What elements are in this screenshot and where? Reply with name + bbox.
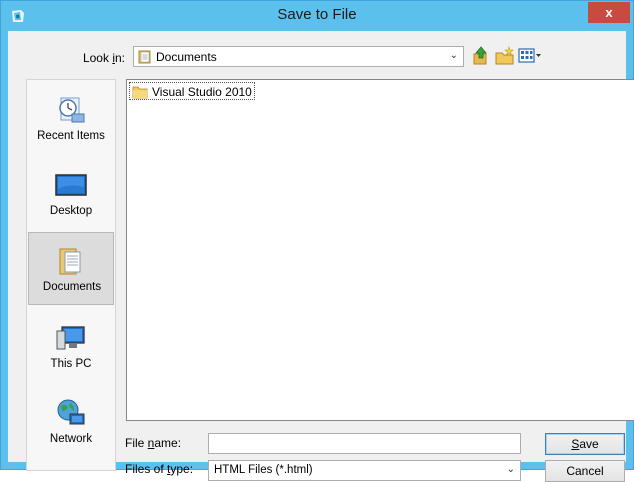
list-item[interactable]: Visual Studio 2010	[129, 82, 255, 100]
recent-items-icon	[59, 97, 85, 123]
dialog-title: Save to File	[277, 6, 357, 23]
place-label: Recent Items	[37, 130, 105, 142]
file-list[interactable]: Visual Studio 2010	[126, 79, 634, 421]
place-label: Documents	[42, 281, 102, 293]
chevron-down-icon[interactable]: ⌄	[450, 50, 458, 61]
place-recent-items[interactable]: Recent Items	[28, 82, 114, 155]
file-name-input[interactable]	[208, 433, 521, 454]
look-in-label: Look in:	[82, 51, 125, 65]
documents-icon	[59, 248, 81, 275]
new-folder-icon[interactable]	[494, 45, 516, 67]
dialog-body: Look in: Documents ⌄ Recent Items Deskto…	[8, 31, 634, 482]
this-pc-icon	[56, 326, 85, 350]
title-bar[interactable]: Save to File x	[1, 1, 633, 31]
file-name-label: File name:	[125, 436, 182, 450]
place-this-pc[interactable]: This PC	[28, 310, 114, 383]
up-one-level-icon[interactable]	[470, 45, 490, 67]
look-in-dropdown[interactable]: Documents ⌄	[133, 46, 464, 67]
look-in-value: Documents	[156, 50, 217, 64]
file-type-value: HTML Files (*.html)	[214, 464, 313, 476]
file-name: Visual Studio 2010	[152, 85, 252, 99]
desktop-icon	[55, 174, 87, 196]
view-menu-icon[interactable]	[518, 45, 542, 67]
place-label: Network	[49, 433, 93, 445]
file-type-dropdown[interactable]: HTML Files (*.html) ⌄	[208, 460, 521, 481]
network-icon	[57, 399, 85, 425]
place-label: This PC	[50, 358, 92, 370]
place-label: Desktop	[49, 205, 93, 217]
place-documents[interactable]: Documents	[28, 232, 114, 305]
save-button[interactable]: Save	[545, 433, 625, 455]
folder-icon	[132, 86, 148, 99]
file-type-label: Files of type:	[125, 462, 194, 476]
places-bar: Recent Items Desktop Documents This PC N…	[26, 79, 116, 471]
close-button[interactable]: x	[588, 2, 630, 23]
cancel-button[interactable]: Cancel	[545, 460, 625, 482]
documents-folder-icon	[138, 50, 151, 64]
place-desktop[interactable]: Desktop	[28, 157, 114, 230]
save-dialog-window: Save to File x Look in: Documents ⌄ Rece…	[0, 0, 634, 482]
place-network[interactable]: Network	[28, 385, 114, 458]
